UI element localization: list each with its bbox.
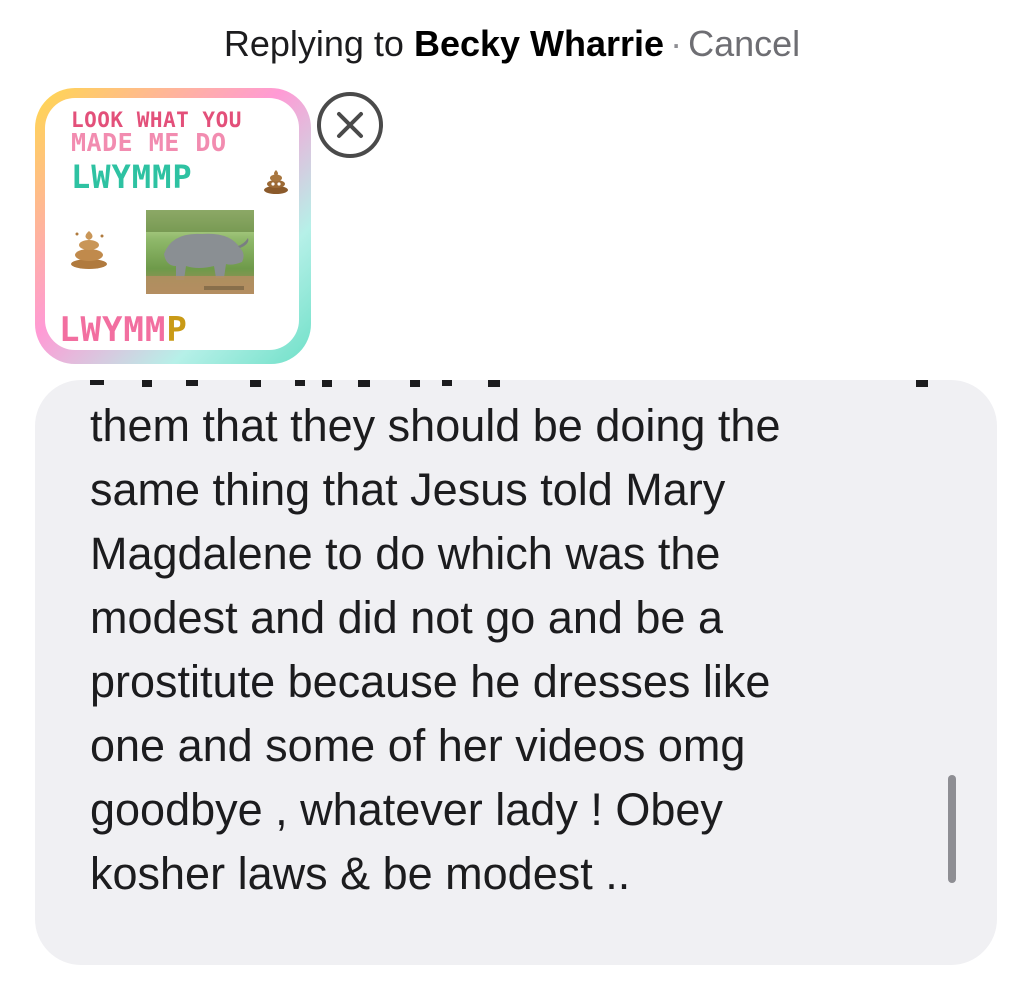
composer-scrollbar[interactable] — [948, 775, 956, 883]
gif-caption-line3: LWYMMP — [71, 158, 193, 196]
reply-prefix: Replying to — [223, 23, 414, 64]
gif-caption-line4-last: P — [166, 310, 188, 350]
gif-content: LOOK WHAT YOU MADE ME DO LWYMMP LWYMMP — [45, 98, 299, 350]
poop-emoji-icon — [71, 231, 107, 269]
gif-caption-line2: MADE ME DO — [71, 128, 227, 157]
separator-dot: · — [670, 23, 683, 64]
gif-attachment[interactable]: LOOK WHAT YOU MADE ME DO LWYMMP LWYMMP — [35, 88, 311, 364]
rhino-image — [146, 210, 254, 294]
close-circle-icon — [337, 112, 363, 138]
remove-attachment-button[interactable] — [317, 92, 383, 158]
message-text[interactable]: them that they should be doing the same … — [90, 394, 950, 906]
reply-header: Replying to Becky Wharrie · Cancel — [0, 22, 1024, 66]
poop-emoji-icon — [264, 170, 288, 194]
gif-caption-line4-main: LWYMM — [59, 310, 167, 350]
reply-recipient-name: Becky Wharrie — [413, 23, 665, 64]
cancel-reply-button[interactable]: Cancel — [688, 23, 800, 64]
message-composer[interactable]: them that they should be doing the same … — [35, 380, 997, 965]
scrolled-text-fragment — [90, 380, 940, 388]
gif-caption-line4: LWYMMP — [59, 310, 188, 350]
